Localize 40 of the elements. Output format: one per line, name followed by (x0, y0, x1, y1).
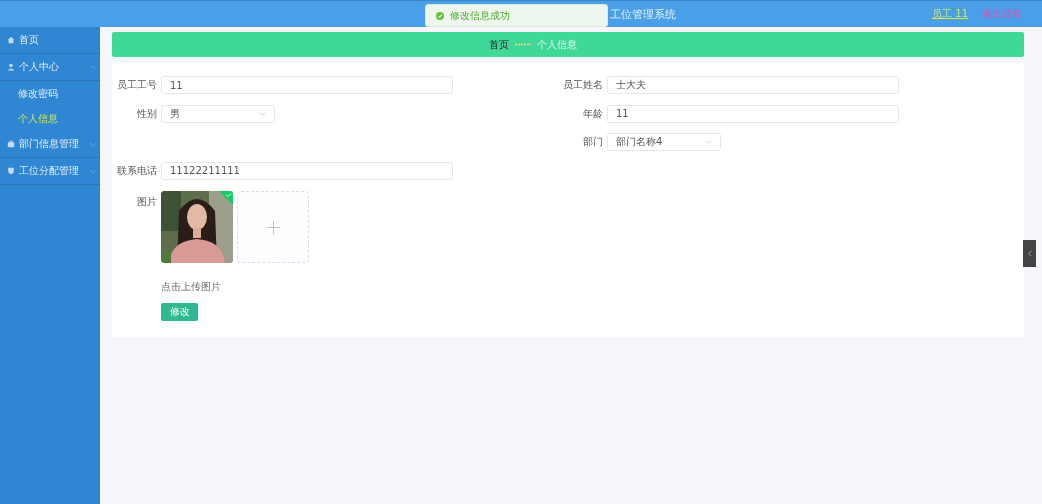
input-field[interactable]: 11 (161, 76, 453, 95)
field-label: 部门 (582, 135, 603, 150)
chevron-icon (89, 168, 97, 174)
field-label: 性别 (136, 106, 157, 121)
chevron-icon (89, 64, 97, 70)
input-field[interactable]: 11 (607, 104, 899, 123)
submit-button[interactable]: 修改 (161, 303, 198, 321)
user-icon (7, 63, 15, 71)
field-label: 员工工号 (116, 78, 157, 93)
select-field[interactable]: 部门名称4 (607, 133, 721, 152)
input-field[interactable]: 11122211111 (161, 161, 453, 180)
field-label: 图片 (136, 195, 157, 209)
plus-icon (266, 220, 280, 234)
select-field[interactable]: 男 (161, 104, 275, 123)
toast-message: 修改信息成功 (450, 8, 510, 23)
submenu-item[interactable]: 个人信息 (0, 106, 100, 131)
upload-hint: 点击上传图片 (161, 280, 222, 294)
separator-icon (515, 43, 531, 46)
menu-item[interactable]: 个人中心 (0, 54, 100, 81)
dropdown-icon (259, 111, 266, 116)
menu-item[interactable]: 工位分配管理 (0, 158, 100, 185)
success-icon (436, 11, 444, 20)
app-title: 工位管理系统 (610, 6, 676, 22)
dropdown-icon (705, 140, 712, 145)
upload-button[interactable] (237, 191, 309, 263)
briefcase-icon (7, 140, 15, 148)
user-label: 员工 11 (932, 7, 968, 21)
side-panel-handle[interactable] (1023, 240, 1036, 267)
field-label: 联系电话 (116, 163, 157, 178)
menu-item[interactable]: 部门信息管理 (0, 131, 100, 158)
shield-icon (7, 167, 15, 175)
field-label: 年龄 (582, 106, 603, 121)
chevron-left-icon (1027, 250, 1032, 257)
breadcrumb-link[interactable]: 首页 (489, 37, 509, 52)
menu-item[interactable]: 首页 (0, 27, 100, 54)
chevron-icon (89, 141, 97, 147)
field-label: 员工姓名 (562, 78, 603, 93)
submenu-item[interactable]: 修改密码 (0, 81, 100, 106)
input-field[interactable]: 士大夫 (607, 76, 899, 95)
home-icon (7, 36, 15, 44)
